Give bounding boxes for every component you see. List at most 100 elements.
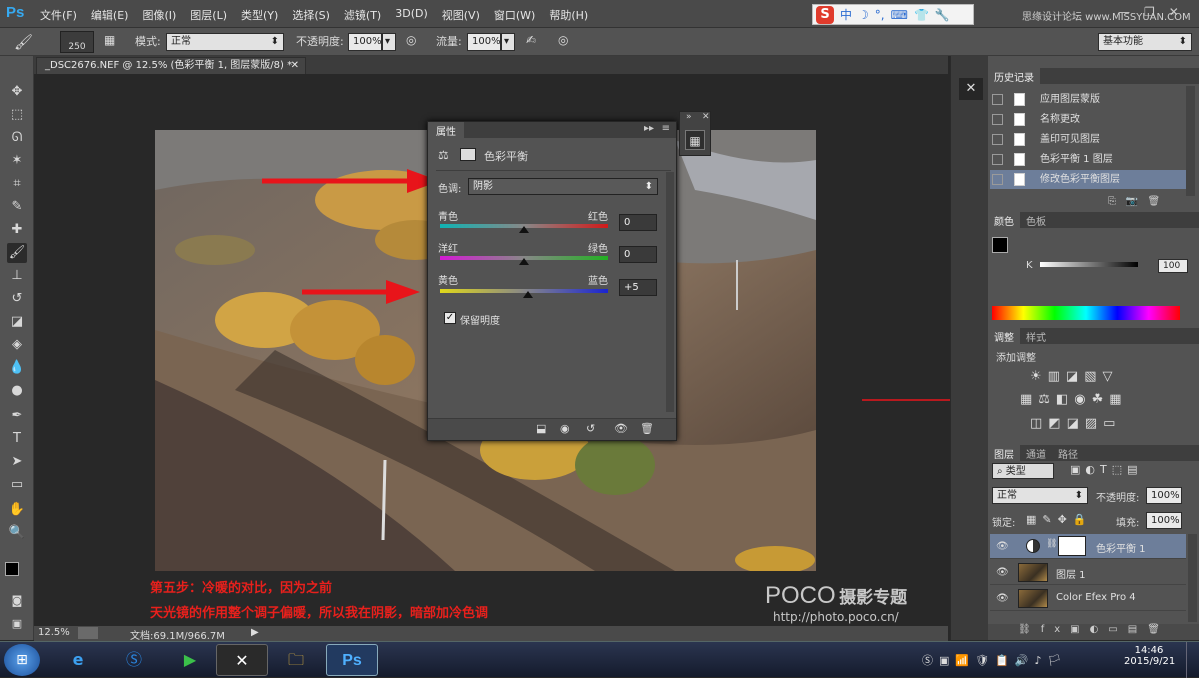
reset-icon[interactable]: ↺ — [586, 422, 595, 435]
clone-stamp-tool-icon[interactable]: ⊥ — [7, 266, 27, 286]
paint-bucket-tool-icon[interactable]: ◈ — [7, 335, 27, 355]
system-tray-icons[interactable]: Ⓢ▣📶🛡📋🔊♪🏳 — [922, 652, 1067, 668]
quick-mask-icon[interactable]: ◙ — [7, 591, 27, 611]
dodge-tool-icon[interactable]: ● — [7, 381, 27, 401]
tab-layers[interactable]: 图层 — [988, 445, 1020, 461]
healing-brush-tool-icon[interactable]: ✚ — [7, 220, 27, 240]
chain-link-icon[interactable]: ⛓ — [1046, 539, 1057, 549]
menu-filter[interactable]: 滤镜(T) — [344, 7, 381, 23]
blend-mode-select[interactable]: 正常 ⬍ — [166, 33, 284, 51]
crop-tool-icon[interactable]: ⌗ — [7, 174, 27, 194]
lasso-tool-icon[interactable]: ᘏ — [7, 128, 27, 148]
path-selection-tool-icon[interactable]: ➤ — [7, 452, 27, 472]
menu-type[interactable]: 类型(Y) — [241, 7, 278, 23]
zoom-tool-icon[interactable]: 🔍 — [7, 523, 27, 543]
tone-select[interactable]: 阴影 ⬍ — [468, 178, 658, 195]
keyboard-icon[interactable]: ⌨ — [891, 8, 908, 22]
start-button[interactable]: ⊞ — [4, 644, 40, 676]
history-footer-icons[interactable]: ⎘ 📷 🗑 — [1108, 196, 1160, 207]
layer-row-selected[interactable]: 👁 ⛓ 色彩平衡 1 — [990, 534, 1186, 559]
hand-tool-icon[interactable]: ✋ — [7, 500, 27, 520]
history-item[interactable]: 应用图层蒙版 — [990, 90, 1186, 109]
status-icon[interactable] — [78, 627, 98, 639]
flow-dropdown-icon[interactable]: ▾ — [501, 33, 515, 51]
menu-window[interactable]: 窗口(W) — [494, 7, 535, 23]
brush-panel-icon[interactable]: ▦ — [104, 33, 122, 51]
mini-panel-close-icon[interactable]: ✕ — [702, 112, 710, 122]
media-player-taskbar-icon[interactable]: ▶ — [164, 644, 216, 676]
collapse-icon[interactable]: ▸▸ — [644, 123, 654, 134]
ime-toolbar[interactable]: S 中 ☽ °, ⌨ 👕 🔧 — [812, 4, 974, 25]
opacity-input[interactable]: 100% — [348, 33, 382, 51]
history-item-selected[interactable]: 修改色彩平衡图层 — [990, 170, 1186, 189]
adjustment-icons-row2[interactable]: ▦⚖◧◉☘▦ — [1020, 392, 1128, 407]
ie-taskbar-icon[interactable]: e — [52, 644, 104, 676]
shirt-icon[interactable]: 👕 — [914, 8, 929, 22]
color-spectrum[interactable] — [992, 306, 1180, 320]
pressure-opacity-icon[interactable]: ◎ — [406, 33, 422, 51]
layer-row[interactable]: 👁 Color Efex Pro 4 — [990, 586, 1186, 611]
adjustments-panel-icon[interactable]: ▦ — [685, 130, 705, 150]
layer-mask-icon[interactable] — [460, 148, 476, 161]
opacity-dropdown-icon[interactable]: ▾ — [382, 33, 396, 51]
magenta-green-value[interactable]: 0 — [619, 246, 657, 263]
adjustment-icons-row3[interactable]: ◫◩◪▨▭ — [1030, 416, 1121, 431]
history-item[interactable]: 色彩平衡 1 图层 — [990, 150, 1186, 169]
status-menu-arrow-icon[interactable]: ▶ — [251, 627, 259, 638]
layer-row[interactable]: 👁 图层 1 — [990, 560, 1186, 585]
yellow-blue-value[interactable]: +5 — [619, 279, 657, 296]
close-window-icon[interactable]: ✕ — [1169, 5, 1179, 19]
preserve-luminosity-checkbox[interactable]: ✓ — [444, 312, 456, 324]
k-slider[interactable] — [1040, 262, 1138, 267]
type-tool-icon[interactable]: T — [7, 429, 27, 449]
delete-icon[interactable]: 🗑 — [640, 422, 654, 435]
ime-mode-label[interactable]: 中 — [840, 6, 852, 23]
properties-scrollbar[interactable] — [666, 172, 674, 412]
close-tab-icon[interactable]: ✕ — [291, 58, 299, 74]
wrench-icon[interactable]: 🔧 — [935, 8, 950, 22]
tab-swatches[interactable]: 色板 — [1020, 212, 1052, 228]
eraser-tool-icon[interactable]: ◪ — [7, 312, 27, 332]
adjustment-icons-row1[interactable]: ☀▥◪▧▽ — [1030, 369, 1119, 384]
eyedropper-tool-icon[interactable]: ✎ — [7, 197, 27, 217]
blur-tool-icon[interactable]: 💧 — [7, 358, 27, 378]
foreground-color-swatch[interactable] — [5, 562, 19, 576]
lock-icons[interactable]: ▦✎✥🔒 — [1026, 513, 1093, 526]
tab-styles[interactable]: 样式 — [1020, 328, 1052, 344]
marquee-tool-icon[interactable]: ⬚ — [7, 105, 27, 125]
tab-color[interactable]: 颜色 — [988, 212, 1020, 228]
pressure-size-icon[interactable]: ◎ — [558, 33, 576, 51]
sogou-taskbar-icon[interactable]: Ⓢ — [108, 644, 160, 676]
screen-mode-icon[interactable]: ▣ — [7, 614, 27, 634]
layer-opacity-input[interactable]: 100% — [1146, 487, 1182, 504]
view-previous-icon[interactable]: ◉ — [560, 422, 570, 435]
clock[interactable]: 14:46 2015/9/21 — [1124, 645, 1175, 667]
menu-layer[interactable]: 图层(L) — [190, 7, 227, 23]
photoshop-taskbar-icon[interactable]: Ps — [326, 644, 378, 676]
layer-fill-input[interactable]: 100% — [1146, 512, 1182, 529]
pen-tool-icon[interactable]: ✒ — [7, 406, 27, 426]
menu-image[interactable]: 图像(I) — [142, 7, 176, 23]
menu-file[interactable]: 文件(F) — [40, 7, 77, 23]
brush-preset-picker[interactable]: 250 — [60, 31, 94, 53]
layer-visibility-eye-icon[interactable]: 👁 — [996, 593, 1009, 604]
show-desktop-button[interactable] — [1186, 642, 1199, 678]
menu-view[interactable]: 视图(V) — [442, 7, 480, 23]
layer-visibility-eye-icon[interactable]: 👁 — [996, 541, 1009, 552]
layer-visibility-eye-icon[interactable]: 👁 — [996, 567, 1009, 578]
history-item[interactable]: 盖印可见图层 — [990, 130, 1186, 149]
cyan-red-slider-handle[interactable] — [519, 226, 529, 233]
tab-history[interactable]: 历史记录 — [988, 68, 1040, 84]
layer-mask-thumbnail[interactable] — [1058, 536, 1086, 556]
history-brush-tool-icon[interactable]: ↺ — [7, 289, 27, 309]
magic-wand-tool-icon[interactable]: ✶ — [7, 151, 27, 171]
tab-paths[interactable]: 路径 — [1052, 445, 1084, 461]
minimize-icon[interactable]: — — [1118, 5, 1130, 19]
layer-blend-select[interactable]: 正常 ⬍ — [992, 487, 1088, 504]
explorer-taskbar-icon[interactable]: 🗀 — [270, 644, 322, 676]
punctuation-icon[interactable]: °, — [875, 8, 885, 22]
visibility-eye-icon[interactable]: 👁 — [614, 422, 628, 435]
history-item[interactable]: 名称更改 — [990, 110, 1186, 129]
cyan-red-value[interactable]: 0 — [619, 214, 657, 231]
airbrush-icon[interactable]: ✍ — [526, 33, 544, 51]
